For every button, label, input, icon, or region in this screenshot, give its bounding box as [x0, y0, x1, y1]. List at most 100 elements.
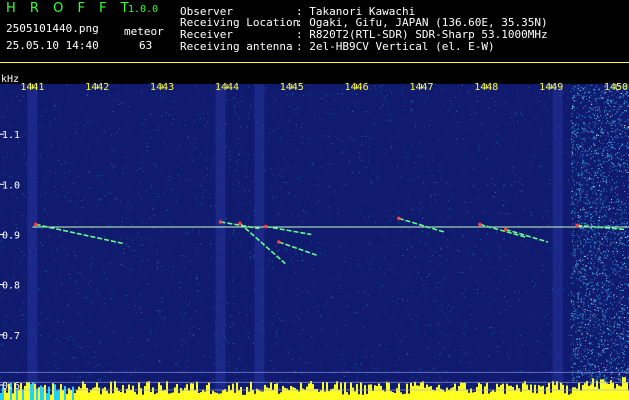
- noise-speck: [499, 144, 501, 146]
- noise-speck: [466, 267, 468, 269]
- noise-speck-dense: [596, 274, 598, 276]
- noise-speck-dense: [625, 135, 627, 137]
- noise-speck-dense: [596, 284, 597, 286]
- noise-speck: [531, 214, 533, 216]
- strip-bar: [310, 381, 312, 400]
- noise-speck-dense: [586, 162, 588, 164]
- noise-speck: [166, 275, 168, 277]
- noise-speck: [454, 97, 456, 98]
- strip-bar: [116, 387, 118, 400]
- noise-speck-dense: [614, 256, 615, 257]
- noise-speck-dense: [582, 89, 584, 91]
- noise-speck: [277, 127, 279, 129]
- noise-speck-dense: [617, 368, 619, 370]
- noise-speck: [618, 240, 620, 242]
- noise-speck-dense: [602, 98, 604, 100]
- noise-speck: [340, 249, 342, 251]
- noise-speck: [240, 246, 242, 248]
- strip-bar: [340, 382, 342, 400]
- noise-speck: [292, 92, 294, 94]
- noise-speck: [495, 184, 496, 186]
- noise-speck: [346, 145, 348, 147]
- noise-speck-dense: [572, 132, 574, 134]
- noise-speck: [62, 247, 64, 249]
- strip-bar: [250, 381, 252, 400]
- noise-speck: [90, 302, 92, 304]
- noise-speck-dense: [611, 186, 613, 188]
- noise-speck-dense: [601, 217, 603, 219]
- noise-speck-dense: [589, 292, 591, 294]
- noise-speck: [429, 260, 431, 262]
- noise-speck: [146, 146, 148, 148]
- noise-speck: [112, 378, 114, 380]
- noise-speck-dense: [624, 209, 626, 211]
- noise-speck: [265, 342, 267, 344]
- noise-speck: [171, 177, 173, 179]
- noise-speck: [39, 157, 41, 159]
- noise-speck-dense: [615, 378, 617, 380]
- noise-speck-dense: [597, 310, 599, 312]
- noise-speck: [584, 125, 586, 127]
- noise-speck: [369, 269, 371, 271]
- noise-speck-dense: [620, 367, 622, 368]
- noise-speck-dense: [595, 300, 597, 302]
- noise-speck-dense: [619, 333, 621, 335]
- noise-speck-dense: [572, 245, 574, 247]
- noise-speck: [171, 276, 173, 278]
- noise-speck: [351, 172, 353, 174]
- noise-speck-dense: [585, 356, 587, 358]
- noise-speck: [301, 329, 303, 331]
- noise-speck: [188, 231, 189, 233]
- noise-speck: [525, 243, 527, 245]
- noise-speck-dense: [598, 319, 600, 321]
- noise-speck-dense: [627, 312, 629, 314]
- noise-speck-dense: [600, 332, 602, 334]
- noise-speck-dense: [592, 349, 594, 350]
- noise-speck: [532, 155, 534, 157]
- noise-speck-dense: [600, 341, 602, 343]
- noise-speck: [367, 295, 369, 297]
- noise-speck-dense: [579, 292, 581, 294]
- noise-speck: [494, 101, 496, 103]
- noise-speck: [316, 202, 318, 204]
- noise-speck-dense: [590, 311, 592, 313]
- noise-speck-dense: [623, 102, 625, 104]
- noise-speck-dense: [580, 216, 581, 218]
- noise-speck: [264, 167, 266, 169]
- strip-bar: [248, 391, 250, 400]
- noise-speck: [477, 96, 479, 98]
- noise-speck: [529, 320, 531, 322]
- noise-speck: [96, 289, 98, 291]
- noise-speck: [237, 185, 239, 187]
- noise-speck: [179, 313, 181, 315]
- noise-speck: [248, 154, 249, 156]
- noise-speck-dense: [595, 337, 597, 339]
- noise-speck-dense: [592, 350, 594, 352]
- noise-speck: [153, 214, 155, 216]
- noise-speck-dense: [583, 222, 585, 224]
- noise-speck: [18, 100, 20, 101]
- noise-speck: [87, 352, 89, 354]
- noise-speck: [514, 369, 516, 371]
- noise-speck-dense: [610, 238, 612, 240]
- noise-speck-dense: [601, 123, 603, 124]
- noise-speck: [345, 261, 347, 262]
- noise-speck: [404, 98, 406, 100]
- noise-speck: [574, 222, 576, 223]
- noise-speck-dense: [597, 251, 598, 253]
- noise-speck-dense: [621, 345, 623, 346]
- noise-speck: [251, 181, 253, 183]
- noise-speck: [163, 143, 164, 145]
- noise-speck-dense: [621, 347, 623, 349]
- noise-speck: [444, 104, 446, 106]
- noise-speck: [129, 356, 131, 357]
- noise-speck-dense: [619, 339, 621, 340]
- noise-speck: [137, 356, 139, 358]
- noise-speck: [596, 352, 597, 354]
- noise-speck: [12, 193, 14, 194]
- noise-speck: [293, 300, 295, 301]
- noise-speck: [189, 211, 191, 213]
- noise-speck: [62, 216, 64, 218]
- noise-speck: [506, 213, 508, 215]
- noise-speck: [436, 265, 438, 267]
